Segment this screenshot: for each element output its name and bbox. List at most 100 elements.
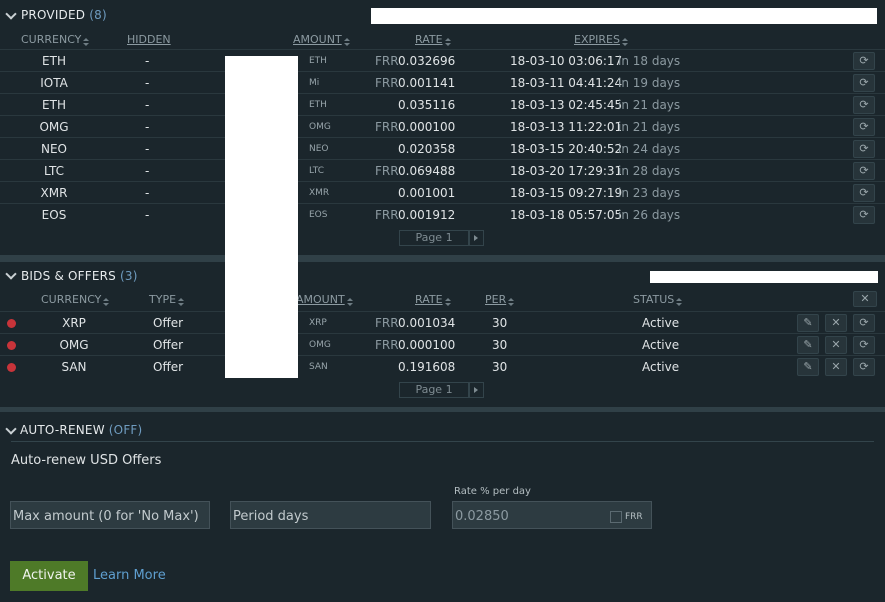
rate-input[interactable]: 0.02850 FRR: [452, 501, 652, 529]
col-expires[interactable]: EXPIRES: [574, 33, 628, 46]
row-type: Offer: [153, 316, 184, 330]
col-currency[interactable]: CURRENCY: [41, 293, 110, 306]
row-hidden: -: [145, 120, 150, 134]
pencil-icon[interactable]: ✎: [797, 314, 819, 332]
col-currency[interactable]: CURRENCY: [21, 33, 90, 46]
row-rate: 0.000100: [398, 338, 456, 352]
row-amount-unit: Mi: [309, 78, 320, 88]
col-type[interactable]: TYPE: [149, 293, 185, 306]
row-currency: IOTA: [40, 76, 68, 90]
refresh-icon[interactable]: ⟳: [853, 336, 875, 354]
close-icon[interactable]: ✕: [825, 336, 847, 354]
row-currency: OMG: [39, 120, 69, 134]
refresh-icon[interactable]: ⟳: [853, 118, 875, 136]
row-rate: 0.191608: [398, 360, 456, 374]
provided-title: PROVIDED (8): [21, 8, 107, 22]
row-per: 30: [492, 338, 508, 352]
row-expires-date: 18-03-20 17:29:31: [510, 164, 623, 178]
row-status: Active: [642, 360, 680, 374]
row-rate: 0.000100: [398, 120, 456, 134]
close-icon[interactable]: ✕: [825, 358, 847, 376]
col-amount[interactable]: AMOUNT: [296, 293, 353, 306]
status-dot: [7, 341, 16, 350]
col-hidden[interactable]: HIDDEN: [127, 33, 171, 46]
row-amount-unit: XRP: [309, 318, 327, 328]
row-hidden: -: [145, 98, 150, 112]
auto-renew-subtitle: Auto-renew USD Offers: [11, 453, 162, 468]
row-rate: 0.001001: [398, 186, 456, 200]
close-icon[interactable]: ✕: [825, 314, 847, 332]
row-rate: 0.032696: [398, 54, 456, 68]
col-amount[interactable]: AMOUNT: [293, 33, 350, 46]
row-amount-unit: OMG: [309, 122, 331, 132]
pencil-icon[interactable]: ✎: [797, 358, 819, 376]
row-expires-date: 18-03-18 05:57:05: [510, 208, 623, 222]
table-row: XRP Offer XRP FRR 0.001034 30 Active ✎ ✕ ⟳: [0, 311, 885, 334]
table-row: ETH - ETH 0.035116 18-03-13 02:45:45 in 21 da…: [0, 93, 885, 116]
page-indicator[interactable]: Page 1: [399, 230, 469, 246]
bids-count: (3): [120, 269, 138, 283]
refresh-icon[interactable]: ⟳: [853, 184, 875, 202]
refresh-icon[interactable]: ⟳: [853, 206, 875, 224]
redacted-area: [371, 8, 877, 24]
row-status: Active: [642, 316, 680, 330]
rate-label: Rate % per day: [454, 486, 531, 497]
table-row: NEO - NEO 0.020358 18-03-15 20:40:52 in 24 da…: [0, 137, 885, 160]
auto-renew-header[interactable]: AUTO-RENEW (OFF): [0, 412, 885, 442]
row-currency: XMR: [40, 186, 68, 200]
table-row: SAN Offer SAN 0.191608 30 Active ✎ ✕ ⟳: [0, 355, 885, 378]
provided-table-header: CURRENCY HIDDEN AMOUNT RATE EXPIRES: [0, 29, 885, 49]
chevron-down-icon[interactable]: [5, 268, 17, 280]
cancel-all-button[interactable]: ✕: [853, 291, 877, 307]
row-per: 30: [492, 316, 508, 330]
refresh-icon[interactable]: ⟳: [853, 52, 875, 70]
next-page-icon[interactable]: [469, 230, 484, 246]
row-frr: FRR: [375, 120, 399, 134]
row-currency: EOS: [41, 208, 67, 222]
table-row: ETH - ETH FRR 0.032696 18-03-10 03:06:17 in 18…: [0, 49, 885, 72]
redacted-area: [225, 56, 298, 378]
refresh-icon[interactable]: ⟳: [853, 96, 875, 114]
row-frr: FRR: [375, 164, 399, 178]
row-hidden: -: [145, 54, 150, 68]
page-indicator[interactable]: Page 1: [399, 382, 469, 398]
refresh-icon[interactable]: ⟳: [853, 358, 875, 376]
row-currency: ETH: [42, 54, 66, 68]
table-row: IOTA - Mi FRR 0.001141 18-03-11 04:41:24 in 19…: [0, 71, 885, 94]
bids-offers-panel: BIDS & OFFERS (3) CURRENCY TYPE AMOUNT R…: [0, 262, 885, 407]
refresh-icon[interactable]: ⟳: [853, 314, 875, 332]
row-rate: 0.069488: [398, 164, 456, 178]
chevron-down-icon[interactable]: [5, 423, 17, 435]
learn-more-link[interactable]: Learn More: [93, 568, 166, 583]
max-amount-input[interactable]: Max amount (0 for 'No Max'): [10, 501, 210, 529]
row-hidden: -: [145, 186, 150, 200]
row-currency: SAN: [61, 360, 87, 374]
row-amount-unit: SAN: [309, 362, 328, 372]
refresh-icon[interactable]: ⟳: [853, 74, 875, 92]
col-per[interactable]: PER: [485, 293, 515, 306]
chevron-down-icon[interactable]: [5, 8, 17, 20]
row-per: 30: [492, 360, 508, 374]
row-frr: FRR: [375, 208, 399, 222]
auto-renew-panel: AUTO-RENEW (OFF) Auto-renew USD Offers M…: [0, 412, 885, 602]
refresh-icon[interactable]: ⟳: [853, 140, 875, 158]
col-status[interactable]: STATUS: [633, 293, 683, 306]
row-expires-date: 18-03-11 04:41:24: [510, 76, 623, 90]
next-page-icon[interactable]: [469, 382, 484, 398]
row-type: Offer: [153, 338, 184, 352]
row-expires-relative: in 21 days: [618, 98, 681, 112]
rate-value: 0.02850: [455, 509, 509, 524]
frr-checkbox[interactable]: [610, 511, 622, 523]
bids-table-header: CURRENCY TYPE AMOUNT RATE PER STATUS ✕: [0, 289, 885, 309]
row-currency: LTC: [43, 164, 65, 178]
col-rate[interactable]: RATE: [415, 33, 451, 46]
row-amount-unit: OMG: [309, 340, 331, 350]
provided-panel: PROVIDED (8) CURRENCY HIDDEN AMOUNT RATE…: [0, 0, 885, 255]
refresh-icon[interactable]: ⟳: [853, 162, 875, 180]
pencil-icon[interactable]: ✎: [797, 336, 819, 354]
activate-button[interactable]: Activate: [10, 561, 88, 591]
col-rate[interactable]: RATE: [415, 293, 451, 306]
row-currency: XRP: [62, 316, 86, 330]
period-days-input[interactable]: Period days: [230, 501, 431, 529]
panel-separator: [0, 255, 885, 262]
